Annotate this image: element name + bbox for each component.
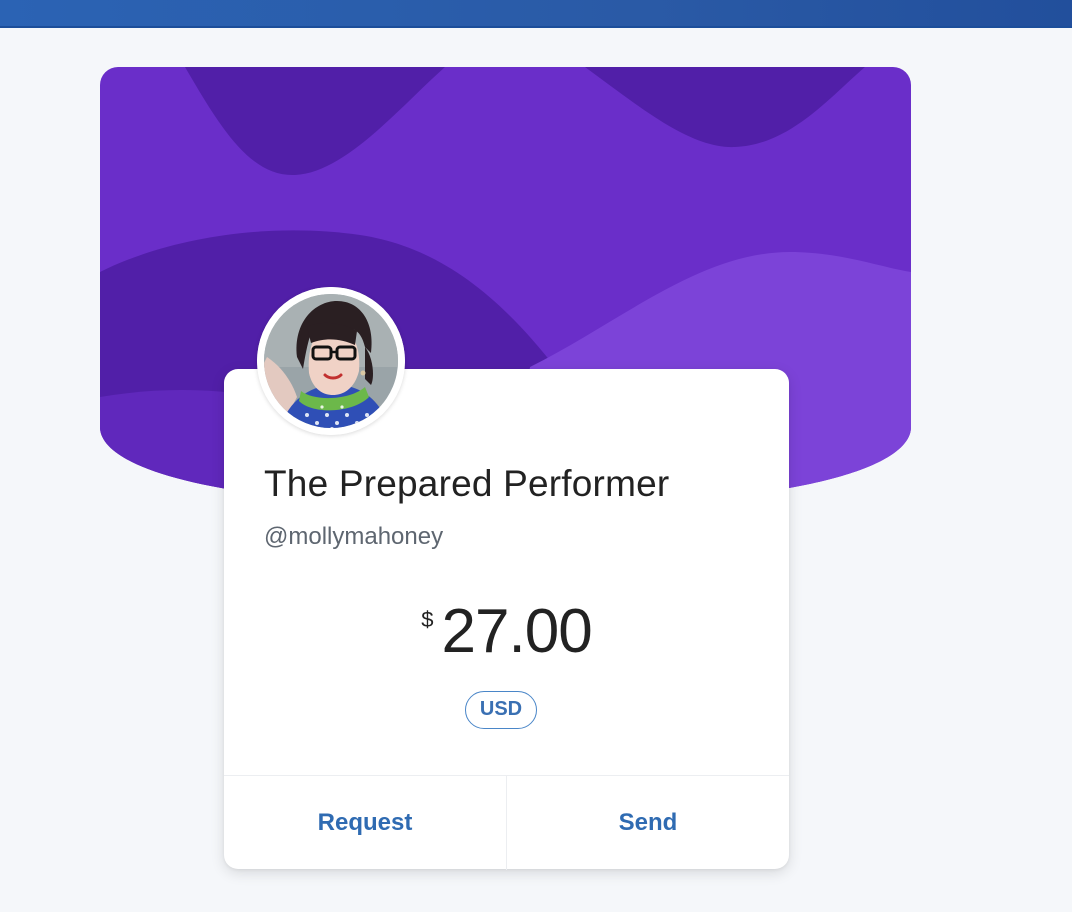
amount-value: 27.00 xyxy=(441,597,593,666)
profile-payment-card: The Prepared Performer @mollymahoney $27… xyxy=(224,369,789,870)
top-header-bar xyxy=(0,0,1072,28)
profile-handle: @mollymahoney xyxy=(264,523,444,550)
request-button[interactable]: Request xyxy=(224,776,506,870)
profile-name: The Prepared Performer xyxy=(264,463,670,504)
action-bar: Request Send xyxy=(224,775,789,870)
currency-selector[interactable]: USD xyxy=(465,691,537,729)
avatar xyxy=(257,287,405,435)
amount-display[interactable]: $27.00 xyxy=(224,597,789,667)
profile-photo-icon xyxy=(257,287,405,435)
currency-symbol: $ xyxy=(421,607,434,632)
send-button[interactable]: Send xyxy=(506,776,789,870)
